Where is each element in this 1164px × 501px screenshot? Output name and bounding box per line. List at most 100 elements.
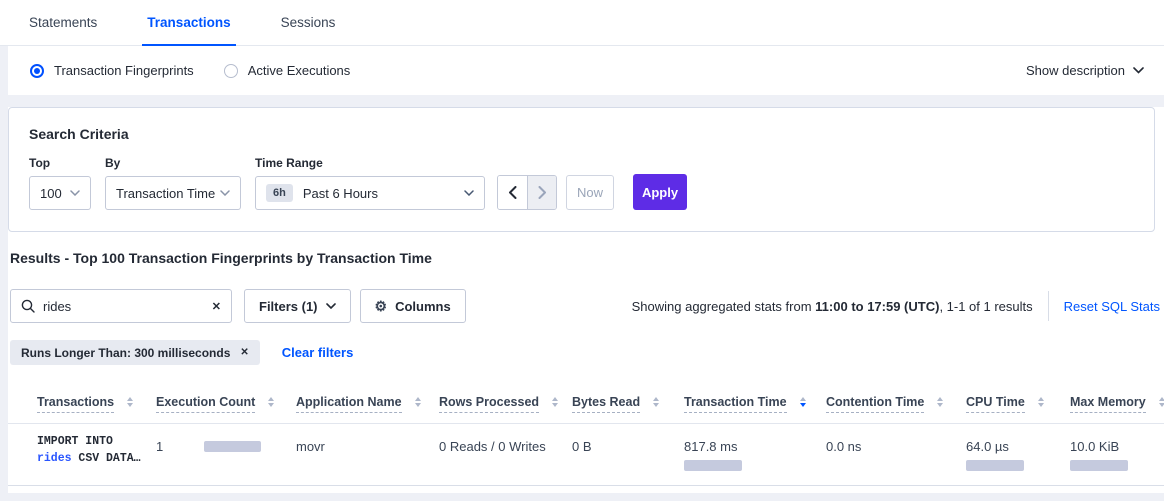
columns-button-label: Columns [395, 299, 451, 314]
results-section: Results - Top 100 Transaction Fingerprin… [8, 236, 1164, 493]
time-range-pager [497, 175, 557, 210]
column-header-transactions[interactable]: Transactions [37, 395, 133, 413]
next-range-button[interactable] [527, 176, 556, 209]
time-range-value: Past 6 Hours [303, 186, 464, 201]
transaction-statement-text: IMPORT INTO [37, 435, 113, 448]
radio-selected-icon[interactable] [30, 64, 44, 78]
chevron-down-icon [220, 190, 230, 196]
by-select-value: Transaction Time [116, 186, 220, 201]
stats-time-range: 11:00 to 17:59 (UTC) [815, 299, 939, 314]
transaction-table-link[interactable]: rides [37, 452, 72, 465]
filter-chip: Runs Longer Than: 300 milliseconds ✕ [10, 340, 260, 365]
show-description-label: Show description [1026, 63, 1125, 78]
chevron-down-icon [1133, 67, 1144, 74]
now-button[interactable]: Now [566, 175, 614, 210]
search-input[interactable] [43, 299, 204, 314]
search-criteria-title: Search Criteria [29, 126, 1154, 142]
by-select[interactable]: Transaction Time [105, 176, 241, 210]
stats-suffix: , 1-1 of 1 results [939, 299, 1032, 314]
stats-prefix: Showing aggregated stats from [632, 299, 816, 314]
transaction-time-value: 817.8 ms [684, 439, 826, 454]
column-header-bytes-read[interactable]: Bytes Read [572, 395, 659, 413]
clear-search-icon[interactable]: ✕ [212, 300, 221, 313]
chevron-left-icon [508, 186, 517, 199]
remove-filter-icon[interactable]: ✕ [240, 347, 248, 358]
sort-icon [1038, 397, 1044, 407]
cell-bytes-read: 0 B [572, 424, 684, 486]
column-header-max-memory[interactable]: Max Memory [1070, 395, 1164, 413]
table-header-row: Transactions Execution Count Application… [8, 379, 1164, 424]
view-radio-group: Transaction Fingerprints Active Executio… [30, 63, 350, 78]
top-label: Top [29, 156, 105, 170]
sort-icon [1159, 397, 1164, 407]
active-filters-row: Runs Longer Than: 300 milliseconds ✕ Cle… [8, 340, 1164, 365]
show-description-toggle[interactable]: Show description [1026, 63, 1144, 78]
chevron-down-icon [464, 190, 474, 196]
column-header-cpu-time[interactable]: CPU Time [966, 395, 1044, 413]
by-label: By [105, 156, 255, 170]
radio-active-executions[interactable]: Active Executions [224, 63, 351, 78]
tab-statements[interactable]: Statements [24, 0, 102, 45]
cpu-time-value: 64.0 µs [966, 439, 1070, 454]
rows-processed-value: 0 Reads / 0 Writes [439, 439, 546, 454]
results-heading: Results - Top 100 Transaction Fingerprin… [8, 236, 1164, 266]
sql-activity-tabbar: Statements Transactions Sessions [0, 0, 1164, 46]
execution-count-bar [204, 441, 261, 452]
time-range-field: Time Range 6h Past 6 Hours [255, 156, 497, 210]
cell-application-name: movr [296, 424, 439, 486]
radio-label: Active Executions [248, 63, 351, 78]
sort-icon [552, 397, 558, 407]
apply-button[interactable]: Apply [633, 174, 687, 210]
radio-label: Transaction Fingerprints [54, 63, 194, 78]
column-header-execution-count[interactable]: Execution Count [156, 395, 274, 413]
max-memory-bar [1070, 460, 1128, 471]
cell-transaction: IMPORT INTO rides CSV DATA… [8, 424, 156, 486]
search-icon [21, 299, 35, 313]
search-criteria-controls: Top 100 By Transaction Time Time Range 6… [29, 156, 1154, 210]
sort-icon [127, 397, 133, 407]
filters-button-label: Filters (1) [259, 299, 318, 314]
column-header-transaction-time[interactable]: Transaction Time [684, 395, 806, 413]
page-background [0, 493, 1164, 501]
sort-icon [937, 397, 943, 407]
max-memory-value: 10.0 KiB [1070, 439, 1164, 454]
cell-contention-time: 0.0 ns [826, 424, 966, 486]
columns-button[interactable]: ⚙ Columns [360, 289, 466, 323]
contention-time-value: 0.0 ns [826, 439, 861, 454]
cell-transaction-time: 817.8 ms [684, 424, 826, 486]
radio-unselected-icon[interactable] [224, 64, 238, 78]
transactions-table: Transactions Execution Count Application… [8, 379, 1164, 486]
tab-transactions[interactable]: Transactions [142, 0, 235, 45]
table-row: IMPORT INTO rides CSV DATA… 1 movr 0 Rea… [8, 424, 1164, 486]
tab-sessions[interactable]: Sessions [276, 0, 341, 45]
transaction-time-bar [684, 460, 742, 471]
chevron-down-icon [326, 303, 336, 309]
cell-rows-processed: 0 Reads / 0 Writes [439, 424, 572, 486]
sort-icon [268, 397, 274, 407]
clear-filters-link[interactable]: Clear filters [282, 345, 354, 360]
column-header-application-name[interactable]: Application Name [296, 395, 421, 413]
filter-chip-label: Runs Longer Than: 300 milliseconds [21, 346, 230, 360]
time-range-select[interactable]: 6h Past 6 Hours [255, 176, 485, 210]
gear-icon: ⚙ [375, 299, 388, 313]
stats-summary-area: Showing aggregated stats from 11:00 to 1… [632, 291, 1164, 321]
top-select[interactable]: 100 [29, 176, 91, 210]
sort-icon [653, 397, 659, 407]
transaction-fingerprint[interactable]: IMPORT INTO rides CSV DATA… [37, 433, 156, 467]
view-toggle-row: Transaction Fingerprints Active Executio… [8, 46, 1164, 95]
top-field: Top 100 [29, 156, 105, 210]
cell-max-memory: 10.0 KiB [1070, 424, 1164, 486]
top-select-value: 100 [40, 186, 70, 201]
column-header-contention-time[interactable]: Contention Time [826, 395, 943, 413]
cell-cpu-time: 64.0 µs [966, 424, 1070, 486]
page-background [0, 95, 1164, 107]
execution-count-value: 1 [156, 439, 163, 454]
chevron-right-icon [538, 186, 547, 199]
radio-transaction-fingerprints[interactable]: Transaction Fingerprints [30, 63, 194, 78]
column-header-rows-processed[interactable]: Rows Processed [439, 395, 558, 413]
reset-sql-stats-link[interactable]: Reset SQL Stats [1064, 299, 1160, 314]
time-range-badge: 6h [266, 184, 293, 202]
previous-range-button[interactable] [498, 176, 527, 209]
filters-button[interactable]: Filters (1) [244, 289, 351, 323]
search-box: ✕ [10, 289, 232, 323]
